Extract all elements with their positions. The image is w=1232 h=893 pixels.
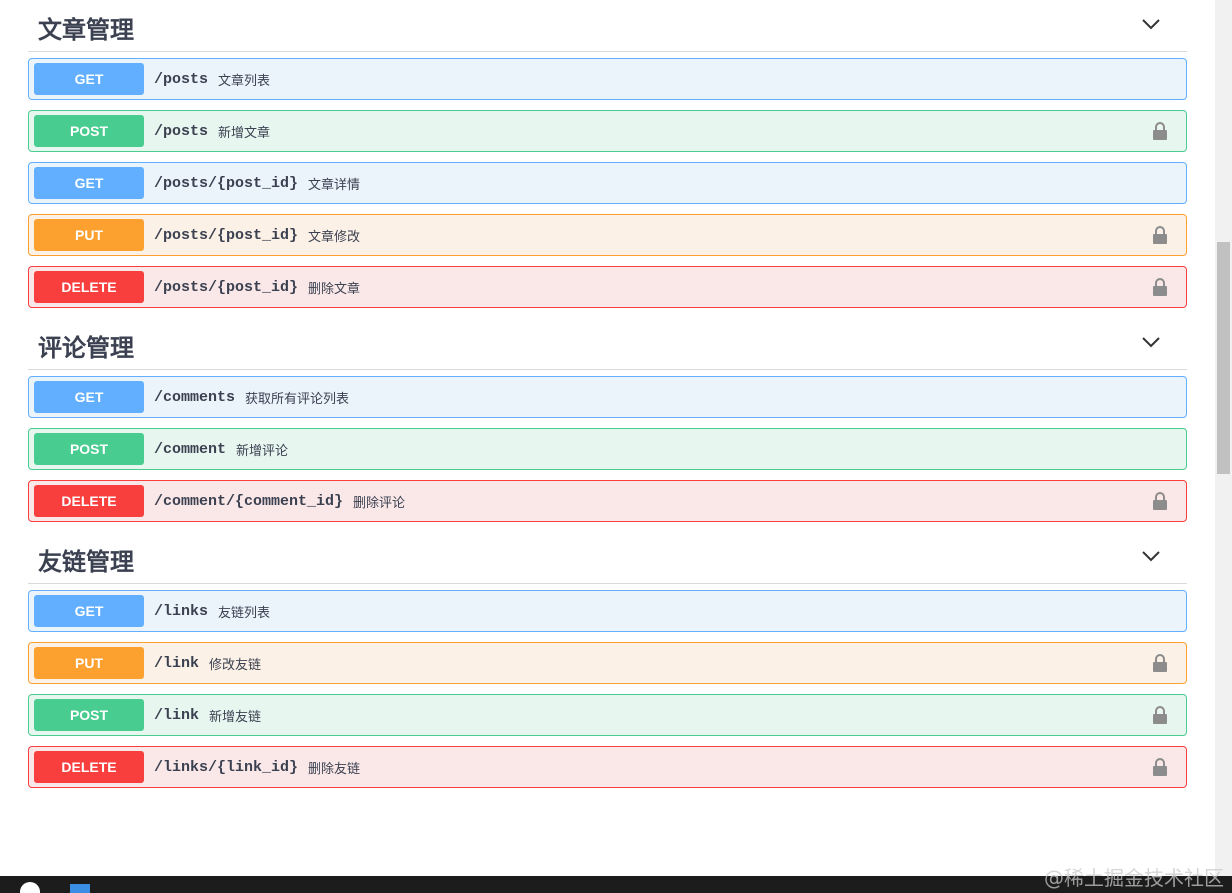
operation-get[interactable]: GET/comments 获取所有评论列表 bbox=[28, 376, 1187, 418]
method-badge: DELETE bbox=[34, 751, 144, 783]
method-badge: POST bbox=[34, 699, 144, 731]
operation-summary: 获取所有评论列表 bbox=[245, 391, 350, 407]
operation-path: /comment/{comment_id} bbox=[154, 492, 344, 510]
method-badge: GET bbox=[34, 63, 144, 95]
operation-summary: 删除友链 bbox=[308, 761, 361, 777]
app-icon[interactable] bbox=[70, 884, 90, 893]
lock-icon[interactable] bbox=[1152, 225, 1168, 245]
operation-summary: 友链列表 bbox=[218, 605, 271, 621]
scrollbar[interactable] bbox=[1215, 0, 1232, 876]
operation-path: /posts/{post_id} bbox=[154, 278, 299, 296]
operation-post[interactable]: POST/link 新增友链 bbox=[28, 694, 1187, 736]
operation-post[interactable]: POST/posts 新增文章 bbox=[28, 110, 1187, 152]
lock-icon[interactable] bbox=[1152, 705, 1168, 725]
chevron-down-icon[interactable] bbox=[1141, 14, 1161, 34]
method-badge: DELETE bbox=[34, 271, 144, 303]
lock-icon[interactable] bbox=[1152, 653, 1168, 673]
operation-summary: 新增文章 bbox=[218, 125, 271, 141]
operation-summary: 文章修改 bbox=[308, 229, 361, 245]
method-badge: POST bbox=[34, 433, 144, 465]
section-header[interactable]: 文章管理 bbox=[28, 0, 1187, 52]
operation-summary: 删除文章 bbox=[308, 281, 361, 297]
operation-path: /posts/{post_id} bbox=[154, 174, 299, 192]
section-title: 文章管理 bbox=[38, 16, 134, 44]
watermark: @稀土掘金技术社区 bbox=[1044, 866, 1224, 890]
operation-summary: 修改友链 bbox=[209, 657, 262, 673]
method-badge: GET bbox=[34, 595, 144, 627]
operation-path: /links/{link_id} bbox=[154, 758, 299, 776]
operation-delete[interactable]: DELETE/comment/{comment_id} 删除评论 bbox=[28, 480, 1187, 522]
operation-path: /posts/{post_id} bbox=[154, 226, 299, 244]
method-badge: DELETE bbox=[34, 485, 144, 517]
lock-icon[interactable] bbox=[1152, 757, 1168, 777]
operation-summary: 文章列表 bbox=[218, 73, 271, 89]
operation-get[interactable]: GET/posts/{post_id} 文章详情 bbox=[28, 162, 1187, 204]
operation-put[interactable]: PUT/link 修改友链 bbox=[28, 642, 1187, 684]
lock-icon[interactable] bbox=[1152, 491, 1168, 511]
method-badge: GET bbox=[34, 381, 144, 413]
operation-get[interactable]: GET/posts 文章列表 bbox=[28, 58, 1187, 100]
chevron-down-icon[interactable] bbox=[1141, 332, 1161, 352]
operation-path: /link bbox=[154, 706, 200, 724]
method-badge: PUT bbox=[34, 647, 144, 679]
section-header[interactable]: 评论管理 bbox=[28, 318, 1187, 370]
operation-summary: 新增评论 bbox=[236, 443, 289, 459]
operation-path: /posts bbox=[154, 122, 209, 140]
operation-summary: 文章详情 bbox=[308, 177, 361, 193]
chevron-down-icon[interactable] bbox=[1141, 546, 1161, 566]
operation-path: /comment bbox=[154, 440, 227, 458]
operation-delete[interactable]: DELETE/links/{link_id} 删除友链 bbox=[28, 746, 1187, 788]
operation-path: /link bbox=[154, 654, 200, 672]
section-title: 评论管理 bbox=[38, 334, 134, 362]
lock-icon[interactable] bbox=[1152, 277, 1168, 297]
method-badge: PUT bbox=[34, 219, 144, 251]
operation-put[interactable]: PUT/posts/{post_id} 文章修改 bbox=[28, 214, 1187, 256]
swagger-page: 文章管理 GET/posts 文章列表 POST/posts 新增文章 GET/posts… bbox=[0, 0, 1232, 893]
method-badge: POST bbox=[34, 115, 144, 147]
section-header[interactable]: 友链管理 bbox=[28, 532, 1187, 584]
operation-path: /posts bbox=[154, 70, 209, 88]
operation-summary: 新增友链 bbox=[209, 709, 262, 725]
operation-path: /links bbox=[154, 602, 209, 620]
api-sections: 文章管理 GET/posts 文章列表 POST/posts 新增文章 GET/posts… bbox=[28, 0, 1187, 798]
operation-path: /comments bbox=[154, 388, 236, 406]
app-icon[interactable] bbox=[20, 882, 40, 893]
operation-get[interactable]: GET/links 友链列表 bbox=[28, 590, 1187, 632]
scroll-thumb[interactable] bbox=[1217, 242, 1230, 474]
lock-icon[interactable] bbox=[1152, 121, 1168, 141]
section-title: 友链管理 bbox=[38, 548, 134, 576]
method-badge: GET bbox=[34, 167, 144, 199]
operation-post[interactable]: POST/comment 新增评论 bbox=[28, 428, 1187, 470]
operation-delete[interactable]: DELETE/posts/{post_id} 删除文章 bbox=[28, 266, 1187, 308]
operation-summary: 删除评论 bbox=[353, 495, 406, 511]
